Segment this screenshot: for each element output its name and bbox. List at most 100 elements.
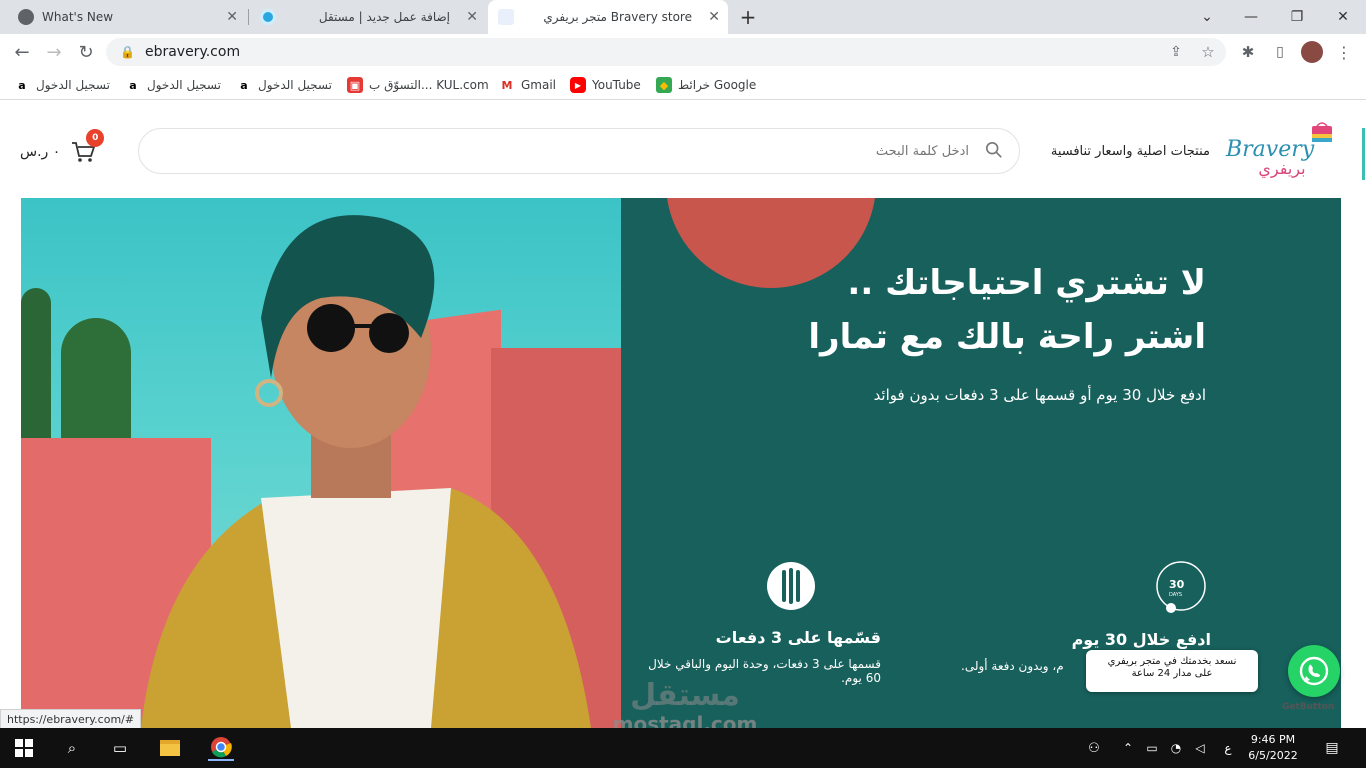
forward-icon[interactable]: → (42, 40, 66, 64)
bookmark-star-icon[interactable]: ☆ (1196, 40, 1220, 64)
restore-icon[interactable]: ❐ (1274, 0, 1320, 34)
tab-mostaql[interactable]: إضافة عمل جديد | مستقل ✕ (250, 0, 486, 34)
clock-time: 9:46 PM (1250, 733, 1296, 746)
feature-title: قسّمها على 3 دفعات (715, 628, 881, 647)
close-icon[interactable]: ✕ (708, 9, 720, 25)
bookmark-item[interactable]: ▣ التسوّق ب... KUL.com (347, 76, 489, 94)
close-icon[interactable]: ✕ (226, 9, 238, 25)
gmail-icon: M (499, 77, 515, 93)
site-header: Bravery بريفري منتجات اصلية واسعار تنافس… (0, 102, 1366, 198)
search-icon[interactable] (985, 141, 1003, 159)
amazon-icon: a (125, 77, 141, 93)
back-icon[interactable]: ← (10, 40, 34, 64)
site-tagline: منتجات اصلية واسعار تنافسية (1050, 144, 1210, 159)
share-icon[interactable]: ⇪ (1164, 40, 1188, 64)
feature-title: ادفع خلال 30 يوم (1071, 630, 1211, 649)
bookmark-item[interactable]: ▶ YouTube (570, 76, 641, 94)
window-close-icon[interactable]: ✕ (1320, 0, 1366, 34)
reload-icon[interactable]: ↻ (74, 40, 98, 64)
status-url-bubble: https://ebravery.com/# (0, 709, 142, 729)
amazon-icon: a (14, 77, 30, 93)
chrome-icon (18, 9, 34, 25)
bookmark-label: تسجيل الدخول (36, 78, 110, 92)
task-view-icon[interactable]: ▭ (108, 736, 132, 760)
url-text: ebravery.com (144, 44, 241, 60)
watermark-ar: مستقل (630, 678, 740, 713)
whatsapp-button[interactable] (1288, 645, 1340, 697)
hero-banner[interactable]: لا تشتري احتياجاتك .. اشتر راحة بالك مع … (21, 198, 1341, 728)
model-photo (141, 215, 591, 728)
windows-start-icon[interactable] (12, 736, 36, 760)
people-icon[interactable]: ⚇ (1082, 736, 1106, 760)
file-explorer-icon[interactable] (158, 736, 182, 760)
chevron-up-icon[interactable]: ⌃ (1116, 736, 1140, 760)
side-panel-icon[interactable]: ▯ (1268, 40, 1292, 64)
bookmark-label: تسجيل الدخول (147, 78, 221, 92)
bravery-favicon-icon (498, 9, 514, 25)
svg-text:DAYS: DAYS (1169, 592, 1182, 598)
whatsapp-icon (1299, 656, 1329, 686)
bravery-logo[interactable]: Bravery بريفري (1220, 122, 1340, 182)
kul-icon: ▣ (347, 77, 363, 93)
hero-title-line2: اشتر راحة بالك مع تمارا (808, 317, 1206, 357)
taskbar-clock[interactable]: 9:46 PM 6/5/2022 (1240, 732, 1306, 764)
bookmark-item[interactable]: a تسجيل الدخول (125, 76, 221, 94)
browser-tab-bar: What's New ✕ إضافة عمل جديد | مستقل ✕ مت… (0, 0, 1366, 34)
tab-search-icon[interactable]: ⌄ (1184, 0, 1230, 34)
hero-title-line1: لا تشتري احتياجاتك .. (847, 263, 1206, 303)
search-box (138, 128, 1020, 174)
cart-icon: 0 (70, 129, 105, 165)
bookmark-label: خرائط Google (678, 78, 757, 92)
mostaql-icon (260, 9, 276, 25)
tab-title: متجر بريفري Bravery store (543, 10, 692, 24)
bookmark-label: تسجيل الدخول (258, 78, 332, 92)
whatsapp-greeting-bubble[interactable]: نسعد بخدمتك في متجر بريفري على مدار 24 س… (1086, 650, 1258, 692)
bookmark-item[interactable]: a تسجيل الدخول (236, 76, 332, 94)
amazon-icon: a (236, 77, 252, 93)
30-days-icon: 30 DAYS (1156, 561, 1206, 613)
logo-graphic: Bravery بريفري (1225, 122, 1332, 179)
bookmark-item[interactable]: ◆ خرائط Google (656, 76, 756, 94)
battery-icon[interactable]: ▭ (1140, 736, 1164, 760)
tab-bravery[interactable]: متجر بريفري Bravery store ✕ (488, 0, 728, 34)
chrome-icon[interactable] (208, 735, 234, 761)
new-tab-button[interactable]: + (732, 0, 764, 34)
bookmark-item[interactable]: M Gmail (499, 76, 556, 94)
scroll-indicator (1362, 128, 1365, 180)
search-input[interactable] (159, 129, 969, 173)
cart-count-badge: 0 (86, 129, 105, 147)
input-language[interactable]: ع (1216, 736, 1240, 760)
tab-whats-new[interactable]: What's New ✕ (8, 0, 246, 34)
clock-date: 6/5/2022 (1248, 749, 1298, 762)
bubble-line1: نسعد بخدمتك في متجر بريفري (1107, 656, 1237, 667)
menu-icon[interactable]: ⋮ (1332, 40, 1356, 64)
bubble-line2: على مدار 24 ساعة (1131, 668, 1213, 679)
minimize-icon[interactable]: — (1228, 0, 1274, 34)
tab-title: What's New (42, 10, 114, 24)
bookmark-item[interactable]: a تسجيل الدخول (14, 76, 110, 94)
close-icon[interactable]: ✕ (466, 9, 478, 25)
extensions-icon[interactable]: ✱ (1236, 40, 1260, 64)
wifi-icon[interactable]: ◔ (1164, 736, 1188, 760)
bookmarks-bar: a تسجيل الدخول a تسجيل الدخول a تسجيل ال… (0, 70, 1366, 100)
lock-icon: 🔒 (120, 45, 135, 59)
getbutton-text: GetButton (1282, 702, 1335, 712)
tab-title: إضافة عمل جديد | مستقل (318, 10, 450, 24)
getbutton-credit[interactable]: GetButton (1282, 702, 1334, 712)
profile-avatar[interactable] (1300, 40, 1324, 64)
address-bar: ← → ↻ 🔒 ebravery.com ⇪ ☆ ✱ ▯ ⋮ (0, 34, 1366, 70)
bookmark-label: YouTube (592, 78, 641, 92)
youtube-icon: ▶ (570, 77, 586, 93)
windows-taskbar: ⌕ ▭ ⚇ ⌃ ▭ ◔ ◁ ع 9:46 PM 6/5/2022 ▤ (0, 728, 1366, 768)
notifications-icon[interactable]: ▤ (1320, 736, 1344, 760)
search-icon[interactable]: ⌕ (60, 736, 84, 760)
tab-separator (248, 9, 249, 25)
svg-text:30: 30 (1169, 578, 1185, 591)
cart-button[interactable]: ٠ ر.س 0 (20, 129, 105, 172)
cart-amount: ٠ ر.س (20, 144, 61, 160)
hero-title: لا تشتري احتياجاتك .. اشتر راحة بالك مع … (606, 256, 1206, 364)
hero-subtitle: ادفع خلال 30 يوم أو قسمها على 3 دفعات بد… (873, 386, 1206, 404)
volume-icon[interactable]: ◁ (1188, 736, 1212, 760)
installments-icon (767, 562, 815, 610)
url-omnibox[interactable]: 🔒 ebravery.com (106, 38, 1226, 66)
